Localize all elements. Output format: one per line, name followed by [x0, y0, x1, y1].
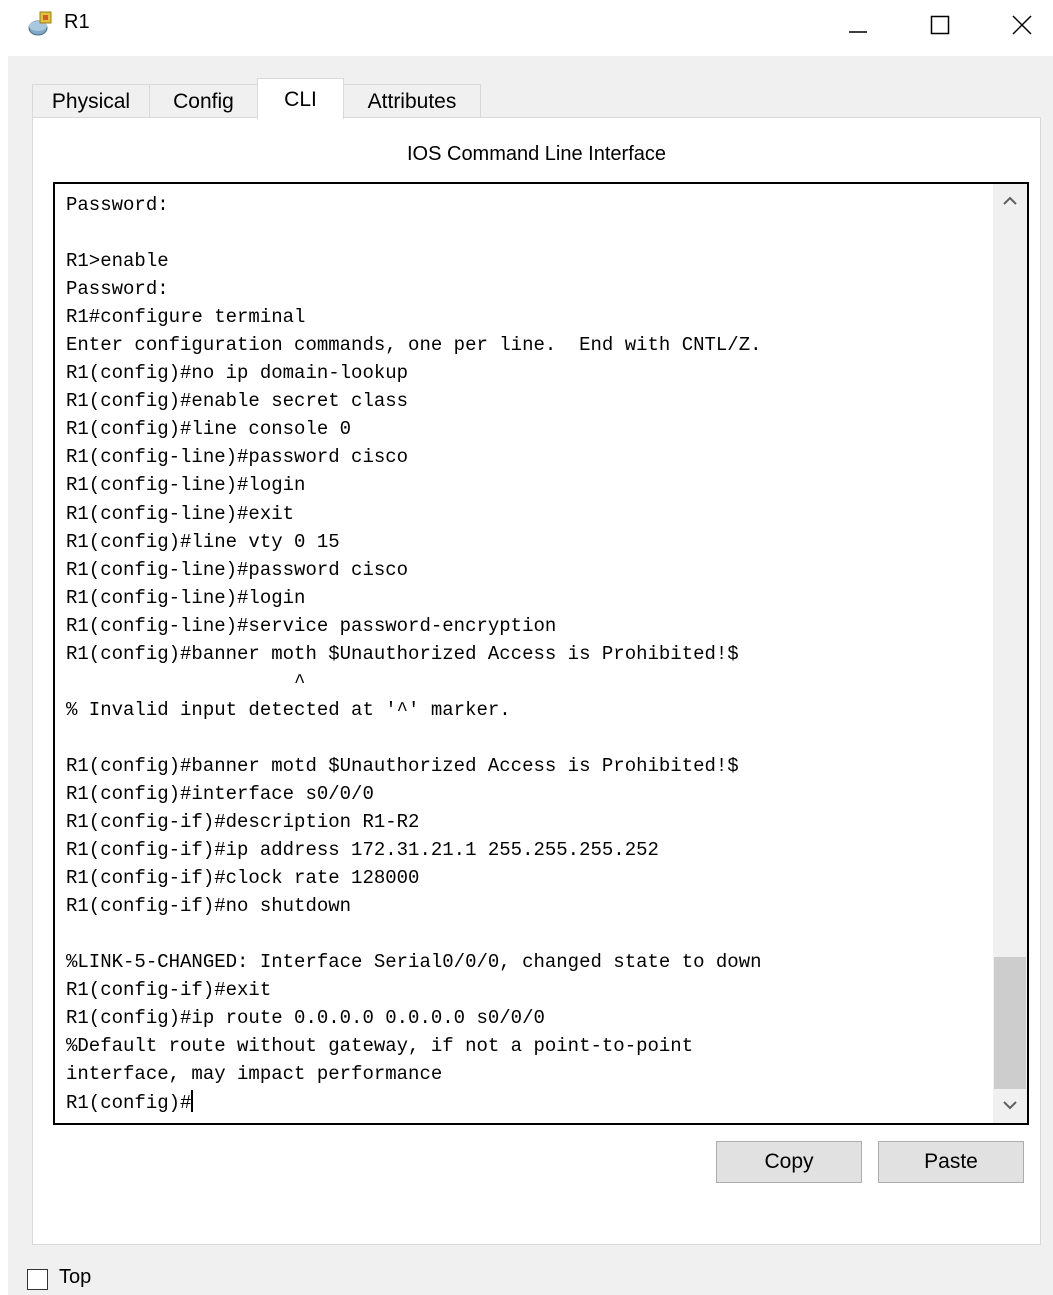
title-bar: R1 [0, 0, 1053, 50]
scrollbar-thumb[interactable] [994, 957, 1026, 1089]
terminal-line: % Invalid input detected at '^' marker. [66, 698, 511, 721]
terminal-line: R1>enable [66, 250, 169, 273]
terminal-line: R1(config)#banner motd $Unauthorized Acc… [66, 754, 739, 777]
scroll-down-button[interactable] [993, 1089, 1027, 1123]
terminal-line: Password: [66, 194, 169, 216]
copy-button[interactable]: Copy [716, 1141, 862, 1183]
top-checkbox-label: Top [59, 1266, 92, 1288]
top-checkbox[interactable] [27, 1269, 48, 1290]
terminal-prompt: R1(config)# [66, 1091, 192, 1114]
terminal-line: interface, may impact performance [66, 1063, 443, 1086]
terminal-line: R1(config-if)#description R1-R2 [66, 811, 420, 834]
terminal-line: R1(config)#line console 0 [66, 418, 352, 441]
chevron-down-icon [1003, 1101, 1017, 1110]
panel-title: IOS Command Line Interface [406, 143, 666, 165]
terminal-line: R1(config-if)#ip address 172.31.21.1 255… [66, 839, 659, 862]
tab-physical[interactable]: Physical [32, 84, 150, 118]
scroll-up-button[interactable] [993, 184, 1027, 218]
terminal-line: R1(config)#ip route 0.0.0.0 0.0.0.0 s0/0… [66, 1007, 545, 1030]
terminal-line: R1(config-if)#exit [66, 979, 272, 1002]
terminal-line: Password: [66, 278, 169, 301]
terminal-line: R1(config)#line vty 0 15 [66, 530, 340, 553]
terminal-history: Password: R1>enable Password: R1#configu… [66, 194, 762, 1085]
terminal-line: R1(config-line)#service password-encrypt… [66, 614, 557, 637]
terminal-line: R1(config-line)#exit [66, 502, 295, 525]
terminal-line: ^ [294, 670, 306, 693]
cli-terminal[interactable]: Password: R1>enable Password: R1#configu… [53, 182, 1029, 1125]
terminal-line: R1(config-if)#no shutdown [66, 895, 352, 918]
terminal-line: %LINK-5-CHANGED: Interface Serial0/0/0, … [66, 951, 762, 974]
tab-config[interactable]: Config [149, 84, 258, 118]
router-icon [26, 10, 56, 38]
terminal-output: Password: R1>enable Password: R1#configu… [66, 191, 986, 1117]
chevron-up-icon [1003, 196, 1017, 205]
close-icon [1012, 15, 1032, 35]
terminal-line: R1(config-line)#login [66, 586, 306, 609]
terminal-line: Enter configuration commands, one per li… [66, 334, 762, 357]
window-title: R1 [64, 11, 90, 33]
terminal-line: R1(config-line)#password cisco [66, 446, 409, 469]
vertical-scrollbar[interactable] [993, 184, 1027, 1123]
text-cursor [191, 1089, 194, 1112]
tab-cli[interactable]: CLI [257, 78, 344, 119]
terminal-line: R1(config)#interface s0/0/0 [66, 782, 374, 805]
paste-button[interactable]: Paste [878, 1141, 1024, 1183]
minimize-icon [849, 31, 867, 33]
terminal-line: R1(config)#no ip domain-lookup [66, 362, 409, 385]
maximize-button[interactable] [908, 0, 972, 50]
terminal-line: %Default route without gateway, if not a… [66, 1035, 694, 1058]
terminal-line: R1(config)#enable secret class [66, 390, 409, 413]
terminal-line: R1(config-line)#login [66, 474, 306, 497]
terminal-line: R1#configure terminal [66, 306, 306, 329]
minimize-button[interactable] [826, 0, 890, 50]
maximize-icon [930, 15, 950, 35]
close-button[interactable] [990, 0, 1053, 50]
terminal-line: R1(config)#banner moth $Unauthorized Acc… [66, 642, 739, 665]
terminal-line: R1(config-line)#password cisco [66, 558, 409, 581]
terminal-line: R1(config-if)#clock rate 128000 [66, 867, 420, 890]
tab-attributes[interactable]: Attributes [343, 84, 481, 118]
